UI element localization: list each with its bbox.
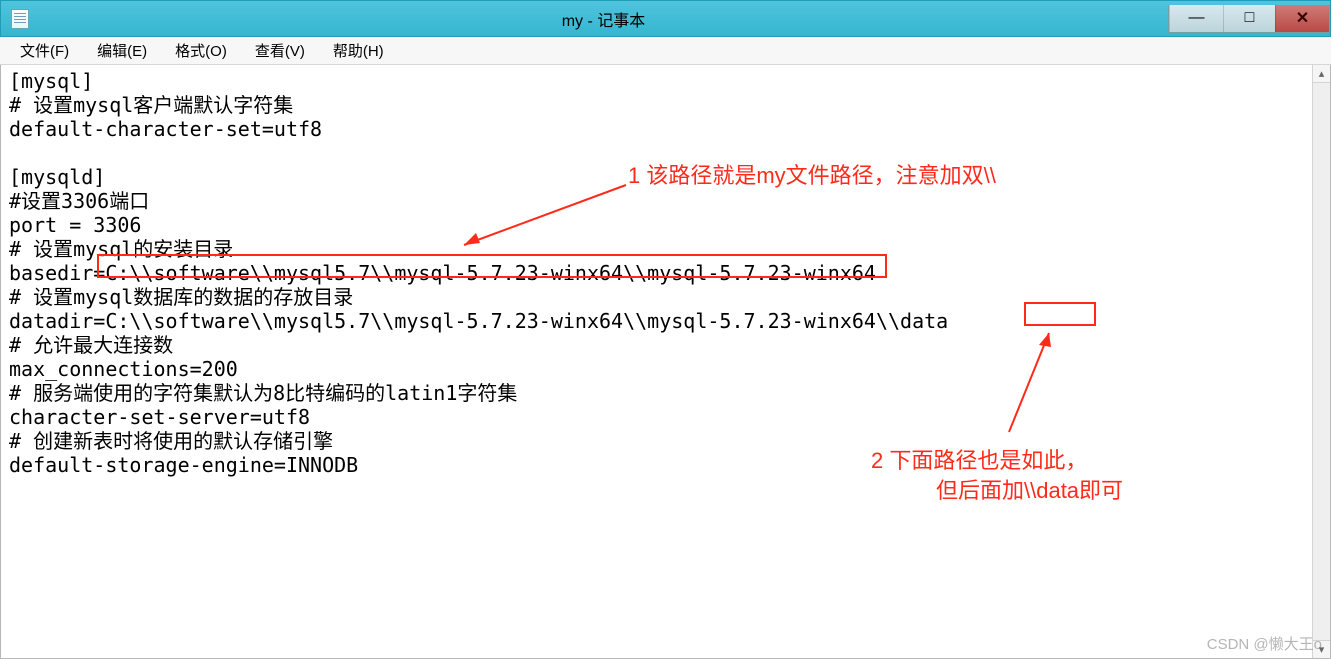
- menu-file[interactable]: 文件(F): [6, 37, 83, 64]
- text-editor[interactable]: [mysql] # 设置mysql客户端默认字符集 default-charac…: [1, 65, 1312, 658]
- menu-view[interactable]: 查看(V): [241, 37, 319, 64]
- notepad-icon: [11, 9, 29, 29]
- highlight-box-basedir: [97, 254, 887, 278]
- menu-format[interactable]: 格式(O): [161, 37, 241, 64]
- watermark: CSDN @懒大王o: [1207, 633, 1322, 654]
- app-icon: [1, 1, 39, 36]
- title-bar: my - 记事本 — □ ✕: [0, 0, 1331, 37]
- maximize-button[interactable]: □: [1223, 5, 1275, 32]
- vertical-scrollbar[interactable]: ▴ ▾: [1312, 65, 1330, 658]
- menu-edit[interactable]: 编辑(E): [83, 37, 161, 64]
- minimize-button[interactable]: —: [1169, 5, 1223, 32]
- scroll-up-button[interactable]: ▴: [1313, 65, 1330, 83]
- close-button[interactable]: ✕: [1275, 5, 1329, 32]
- window-title: my - 记事本: [39, 7, 1168, 31]
- menu-bar: 文件(F) 编辑(E) 格式(O) 查看(V) 帮助(H): [0, 37, 1331, 65]
- client-area: [mysql] # 设置mysql客户端默认字符集 default-charac…: [0, 65, 1331, 659]
- window-controls: — □ ✕: [1168, 5, 1330, 33]
- menu-help[interactable]: 帮助(H): [319, 37, 398, 64]
- highlight-box-data: [1024, 302, 1096, 326]
